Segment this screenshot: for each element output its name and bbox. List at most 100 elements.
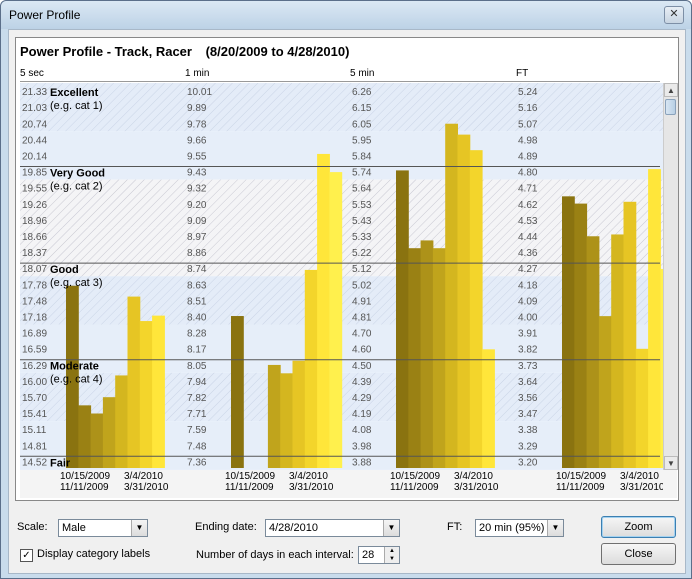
power-profile-window: Power Profile ✕ Power Profile - Track, R… <box>0 0 692 579</box>
y-label-FT-14: 4.00 <box>518 312 538 323</box>
ft-select[interactable]: 20 min (95%) ▼ <box>475 519 564 537</box>
ending-date-label: Ending date: <box>195 521 257 533</box>
y-label-1min-17: 8.05 <box>187 361 207 372</box>
vertical-scrollbar[interactable]: ▲ ▼ <box>663 83 678 470</box>
y-label-FT-0: 5.24 <box>518 87 538 98</box>
category-example-0: (e.g. cat 1) <box>50 100 103 112</box>
y-label-1min-23: 7.36 <box>187 457 207 468</box>
bar-1min-7 <box>317 153 330 468</box>
bar-5sec-5 <box>127 296 141 468</box>
y-label-1min-20: 7.71 <box>187 409 207 420</box>
bar-FT-2 <box>586 236 600 468</box>
category-name-4: Fair <box>50 457 71 469</box>
y-label-5min-1: 6.15 <box>352 103 372 114</box>
bar-FT-1 <box>574 203 588 468</box>
y-label-5sec-8: 18.96 <box>22 216 47 227</box>
y-label-5min-4: 5.84 <box>352 151 372 162</box>
scroll-down-icon[interactable]: ▼ <box>664 456 678 470</box>
y-label-1min-13: 8.51 <box>187 296 207 307</box>
x-tick-label: 3/31/2010 <box>620 482 663 493</box>
y-label-5min-19: 4.29 <box>352 393 372 404</box>
y-label-FT-18: 3.64 <box>518 377 538 388</box>
y-label-FT-7: 4.62 <box>518 200 538 211</box>
x-axis-area: 10/15/2009 3/4/2010 11/11/2009 3/31/2010 10/… <box>20 470 677 498</box>
y-label-1min-6: 9.32 <box>187 184 207 195</box>
x-tick-label: 10/15/2009 <box>556 471 606 482</box>
y-label-5sec-19: 15.70 <box>22 393 47 404</box>
y-label-FT-16: 3.82 <box>518 345 538 356</box>
header-5sec: 5 sec <box>20 68 44 79</box>
y-label-5min-7: 5.53 <box>352 200 372 211</box>
scale-select[interactable]: Male ▼ <box>58 519 148 537</box>
y-label-1min-1: 9.89 <box>187 103 207 114</box>
y-label-FT-20: 3.47 <box>518 409 538 420</box>
x-tick-label: 3/4/2010 <box>620 471 659 482</box>
spin-up-icon[interactable]: ▲ <box>385 547 399 555</box>
chart-title-text: Power Profile - Track, Racer <box>20 44 192 59</box>
y-label-5sec-6: 19.55 <box>22 184 47 195</box>
x-axis-labels: 10/15/2009 3/4/2010 11/11/2009 3/31/2010 10/… <box>60 471 665 493</box>
y-label-FT-2: 5.07 <box>518 119 538 130</box>
y-label-5min-11: 5.12 <box>352 264 372 275</box>
category-name-3: Moderate <box>50 361 99 373</box>
close-button[interactable]: Close <box>601 543 676 565</box>
spinner-arrows[interactable]: ▲ ▼ <box>384 547 399 563</box>
y-label-1min-7: 9.20 <box>187 200 207 211</box>
y-label-5min-8: 5.43 <box>352 216 372 227</box>
y-label-5min-17: 4.50 <box>352 361 372 372</box>
chart-title: Power Profile - Track, Racer (8/20/2009 … <box>20 44 349 59</box>
ft-label: FT: <box>447 521 463 533</box>
y-label-5sec-4: 20.14 <box>22 151 47 162</box>
y-label-5min-23: 3.88 <box>352 457 372 468</box>
y-label-1min-10: 8.86 <box>187 248 207 259</box>
y-label-1min-8: 9.09 <box>187 216 207 227</box>
y-label-FT-19: 3.56 <box>518 393 538 404</box>
window-title: Power Profile <box>9 8 81 22</box>
header-1min: 1 min <box>185 68 210 79</box>
bar-1min-3 <box>267 364 281 468</box>
category-name-0: Excellent <box>50 87 99 99</box>
y-label-5min-2: 6.05 <box>352 119 372 130</box>
bar-5sec-1 <box>78 405 92 468</box>
days-interval-spinner[interactable]: 28 ▲ ▼ <box>358 546 400 564</box>
y-label-5min-12: 5.02 <box>352 280 372 291</box>
x-tick-label: 3/4/2010 <box>454 471 493 482</box>
y-label-1min-21: 7.59 <box>187 425 207 436</box>
chevron-down-icon[interactable]: ▼ <box>547 520 563 536</box>
y-label-5sec-10: 18.37 <box>22 248 47 259</box>
x-tick-label: 10/15/2009 <box>60 471 110 482</box>
scroll-up-icon[interactable]: ▲ <box>664 83 678 97</box>
scroll-thumb[interactable] <box>665 99 676 115</box>
y-label-1min-11: 8.74 <box>187 264 207 275</box>
y-label-5min-6: 5.64 <box>352 184 372 195</box>
ending-date-picker[interactable]: 4/28/2010 ▼ <box>265 519 400 537</box>
y-label-FT-8: 4.53 <box>518 216 538 227</box>
chevron-down-icon[interactable]: ▼ <box>131 520 147 536</box>
bar-1min-4 <box>280 373 293 468</box>
x-tick-label: 11/11/2009 <box>556 482 605 493</box>
x-tick-label: 10/15/2009 <box>225 471 275 482</box>
y-label-5sec-23: 14.52 <box>22 457 47 468</box>
bar-FT-3 <box>598 316 612 468</box>
y-label-5sec-14: 17.18 <box>22 312 47 323</box>
y-label-FT-21: 3.38 <box>518 425 538 436</box>
y-label-5sec-3: 20.44 <box>22 135 47 146</box>
close-window-icon[interactable]: ✕ <box>664 6 684 24</box>
calendar-dropdown-icon[interactable]: ▼ <box>383 520 399 536</box>
y-label-FT-1: 5.16 <box>518 103 538 114</box>
y-label-FT-23: 3.20 <box>518 457 538 468</box>
y-label-5sec-7: 19.26 <box>22 200 47 211</box>
y-label-FT-11: 4.27 <box>518 264 538 275</box>
y-label-5sec-15: 16.89 <box>22 329 47 340</box>
days-interval-value: 28 <box>362 549 375 561</box>
spin-down-icon[interactable]: ▼ <box>385 555 399 563</box>
y-label-1min-19: 7.82 <box>187 393 207 404</box>
y-label-1min-9: 8.97 <box>187 232 207 243</box>
bar-5sec-4 <box>115 375 128 468</box>
y-label-5min-16: 4.60 <box>352 345 372 356</box>
zoom-button[interactable]: Zoom <box>601 516 676 538</box>
y-label-5sec-11: 18.07 <box>22 264 47 275</box>
y-label-FT-22: 3.29 <box>518 441 538 452</box>
y-label-1min-4: 9.55 <box>187 151 207 162</box>
display-labels-checkbox[interactable]: ✓ <box>20 549 33 562</box>
